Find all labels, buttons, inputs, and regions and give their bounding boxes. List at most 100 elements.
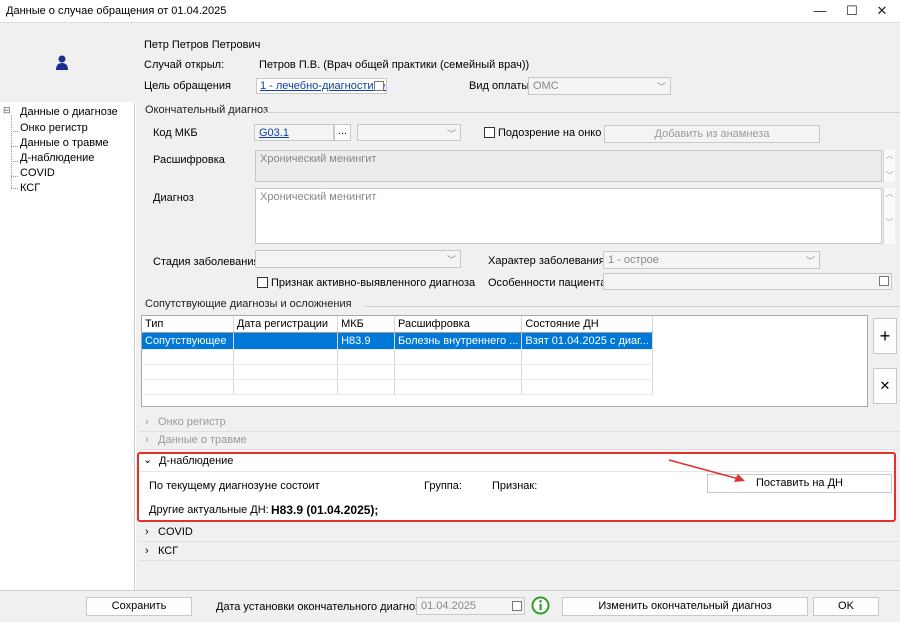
onco-suspicion-checkbox[interactable]	[484, 127, 495, 138]
table-cell	[233, 364, 339, 380]
patient-features-field[interactable]	[603, 273, 892, 290]
add-comorbid-button[interactable]: +	[873, 318, 897, 354]
tree-item-diagnosis[interactable]: Данные о диагнозе	[20, 106, 118, 118]
mkb-field[interactable]: G03.1	[254, 124, 334, 141]
dn-panel: ⌄ Д-наблюдение По текущему диагнозу: не …	[137, 452, 896, 522]
payment-label: Вид оплаты	[469, 80, 530, 92]
tree-item-ksg[interactable]: КСГ	[20, 182, 40, 194]
window-title: Данные о случае обращения от 01.04.2025	[6, 5, 227, 17]
comorbid-title: Сопутствующие диагнозы и осложнения	[145, 298, 352, 310]
final-diagnosis-header: Окончательный диагноз	[140, 104, 900, 118]
purpose-label: Цель обращения	[144, 80, 231, 92]
table-cell	[142, 349, 234, 365]
accordion-trauma-label: Данные о травме	[158, 434, 247, 446]
patient-features-label: Особенности пациента	[488, 277, 607, 289]
dn-divider	[139, 471, 894, 472]
accordion-trauma[interactable]: › Данные о травме	[140, 432, 900, 450]
table-cell	[233, 349, 339, 365]
chevron-down-icon[interactable]: ⌄	[143, 453, 152, 466]
chevron-right-icon: ›	[145, 526, 149, 538]
chevron-right-icon: ›	[145, 545, 149, 557]
table-cell: Болезнь внутреннего ...	[394, 332, 523, 350]
tree-item-trauma[interactable]: Данные о травме	[20, 137, 109, 149]
active-diagnosis-label: Признак активно-выявленного диагноза	[271, 277, 476, 289]
column-header[interactable]: Расшифровка	[394, 316, 523, 333]
table-cell	[142, 379, 234, 395]
final-diagnosis-title: Окончательный диагноз	[145, 104, 269, 116]
accordion-onko-label: Онко регистр	[158, 416, 226, 428]
tree-connector-h	[11, 188, 18, 189]
table-cell	[521, 379, 653, 395]
mkb-value: G03.1	[259, 127, 289, 139]
table-row[interactable]	[142, 364, 653, 380]
tree-connector	[11, 115, 12, 188]
calendar-icon[interactable]	[512, 601, 522, 611]
tree-item-covid[interactable]: COVID	[20, 167, 55, 179]
dn-sign-label: Признак:	[492, 480, 538, 492]
table-cell: H83.9	[337, 332, 395, 350]
case-opened-value: Петров П.В. (Врач общей практики (семейн…	[259, 59, 530, 71]
diagnosis-textarea[interactable]: Хронический менингит	[255, 188, 882, 244]
table-cell	[337, 349, 395, 365]
patient-icon	[56, 55, 68, 70]
onco-suspicion-label: Подозрение на онко	[498, 127, 602, 139]
character-select[interactable]: 1 - острое ﹀	[603, 251, 820, 269]
payment-select[interactable]: ОМС ﹀	[528, 77, 671, 95]
table-cell: Сопутствующее	[142, 332, 234, 350]
tree-connector-h	[11, 131, 18, 132]
dn-panel-title[interactable]: Д-наблюдение	[159, 455, 233, 467]
section-rule	[265, 112, 900, 113]
accordion-covid-label: COVID	[158, 526, 193, 538]
minimize-button[interactable]: —	[804, 0, 836, 22]
column-header[interactable]: Дата регистрации	[233, 316, 339, 333]
dn-current-label: По текущему диагнозу:	[149, 480, 268, 492]
table-row[interactable]	[142, 379, 653, 395]
table-header-row: Тип Дата регистрации МКБ Расшифровка Сос…	[142, 316, 653, 333]
chevron-right-icon: ›	[145, 416, 149, 428]
ok-button[interactable]: OK	[813, 597, 879, 616]
column-header[interactable]: Состояние ДН	[521, 316, 653, 333]
table-row[interactable]: Сопутствующее H83.9 Болезнь внутреннего …	[142, 332, 653, 350]
purpose-value: 1 - лечебно-диагностическ	[260, 80, 387, 92]
tree-item-onko[interactable]: Онко регистр	[20, 122, 88, 134]
tree-item-dn[interactable]: Д-наблюдение	[20, 152, 94, 164]
mkb-lookup-button[interactable]: ...	[334, 124, 351, 141]
dn-other-value: H83.9 (01.04.2025);	[271, 503, 379, 517]
active-diagnosis-checkbox[interactable]	[257, 277, 268, 288]
close-button[interactable]: ✕	[866, 0, 898, 22]
chevron-down-icon: ﹀	[446, 129, 456, 139]
tree-expander-icon[interactable]: ⊟	[3, 105, 11, 116]
change-final-diagnosis-button[interactable]: Изменить окончательный диагноз	[562, 597, 808, 616]
decoding-field[interactable]: Хронический менингит	[255, 150, 882, 182]
column-header[interactable]: Тип	[142, 316, 234, 333]
stage-select[interactable]: ﹀	[255, 250, 461, 268]
final-date-field[interactable]: 01.04.2025	[416, 597, 525, 615]
accordion-ksg[interactable]: › КСГ	[140, 543, 900, 561]
save-button[interactable]: Сохранить	[86, 597, 192, 616]
maximize-button[interactable]: ☐	[836, 0, 868, 22]
decoding-label: Расшифровка	[153, 154, 225, 166]
info-icon[interactable]	[531, 596, 550, 615]
final-date-label: Дата установки окончательного диагноза:	[216, 601, 430, 613]
character-label: Характер заболевания	[488, 255, 605, 267]
accordion-covid[interactable]: › COVID	[140, 524, 900, 542]
mkb-label: Код МКБ	[153, 127, 198, 139]
mkb-extra-select[interactable]: ﹀	[357, 124, 461, 141]
table-cell	[394, 379, 523, 395]
diagnosis-scrollbar[interactable]: ︿ ﹀	[883, 188, 895, 244]
add-from-anamnesis-button[interactable]: Добавить из анамнеза	[604, 125, 820, 143]
patient-features-lookup-button[interactable]	[879, 276, 889, 286]
table-cell	[142, 364, 234, 380]
chevron-down-icon: ﹀	[656, 82, 666, 92]
table-cell	[233, 379, 339, 395]
table-row[interactable]	[142, 349, 653, 365]
decoding-scrollbar[interactable]: ︿ ﹀	[883, 150, 895, 182]
delete-comorbid-button[interactable]: ✕	[873, 368, 897, 404]
patient-name: Петр Петров Петрович	[144, 39, 261, 51]
accordion-onko[interactable]: › Онко регистр	[140, 414, 900, 432]
purpose-lookup-button[interactable]	[374, 81, 384, 91]
column-header[interactable]: МКБ	[337, 316, 395, 333]
comorbid-header: Сопутствующие диагнозы и осложнения	[140, 298, 900, 312]
tree-connector-h	[11, 161, 18, 162]
purpose-field[interactable]: 1 - лечебно-диагностическ	[256, 78, 387, 94]
